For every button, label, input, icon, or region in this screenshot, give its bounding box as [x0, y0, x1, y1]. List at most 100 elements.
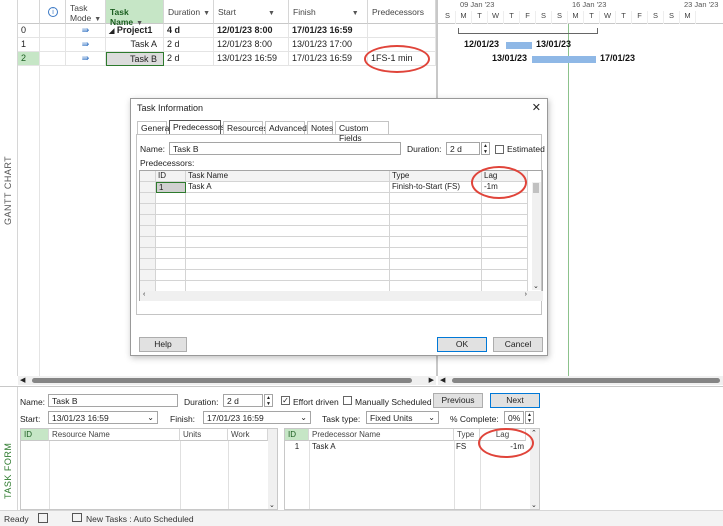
task-name-cell-selected[interactable]: Task B — [106, 52, 164, 66]
tab-resources[interactable]: Resources — [223, 121, 268, 134]
empty-cell[interactable] — [482, 270, 528, 281]
empty-cell[interactable] — [390, 248, 482, 259]
macro-record-icon[interactable] — [38, 513, 48, 523]
finish-cell[interactable]: 13/01/23 17:00 — [289, 38, 368, 52]
dialog-grid-vertical-scrollbar[interactable]: ⌄ — [532, 182, 541, 290]
task-name-header[interactable]: Task Name ▼ — [106, 0, 164, 27]
duration-spinner[interactable]: ▲ ▼ — [481, 142, 490, 155]
ok-button[interactable]: OK — [437, 337, 487, 352]
empty-cell[interactable] — [156, 193, 186, 204]
task-a-bar[interactable] — [506, 42, 532, 49]
start-cell[interactable]: 12/01/23 8:00 — [214, 38, 289, 52]
task-name-cell[interactable]: Task A — [106, 38, 164, 52]
help-button[interactable]: Help — [139, 337, 187, 352]
scroll-left-icon[interactable]: ◀ — [440, 376, 445, 384]
empty-cell[interactable] — [482, 226, 528, 237]
duration-cell[interactable]: 4 d — [164, 24, 214, 38]
empty-cell[interactable] — [156, 215, 186, 226]
finish-cell[interactable]: 17/01/23 16:59 — [289, 24, 368, 38]
chevron-down-icon[interactable]: ⌄ — [531, 501, 537, 509]
start-cell[interactable]: 12/01/23 8:00 — [214, 24, 289, 38]
chevron-down-icon[interactable]: ⌄ — [533, 282, 539, 290]
finish-header[interactable]: Finish ▼ — [289, 0, 368, 24]
scroll-right-icon[interactable]: ▶ — [429, 376, 434, 384]
chevron-down-icon[interactable]: ⌄ — [300, 413, 307, 422]
scroll-left-icon[interactable]: ◀ — [20, 376, 25, 384]
pred-name-cell[interactable]: Task A — [312, 442, 452, 451]
empty-cell[interactable] — [140, 248, 156, 259]
empty-cell[interactable] — [186, 204, 390, 215]
manually-scheduled-checkbox[interactable] — [343, 396, 352, 405]
pred-id-cell[interactable]: 1 — [285, 442, 309, 451]
empty-cell[interactable] — [186, 193, 390, 204]
empty-cell[interactable] — [140, 226, 156, 237]
resources-vertical-scrollbar[interactable]: ⌄ — [268, 429, 277, 509]
name-field[interactable]: Task B — [48, 394, 178, 407]
task-information-dialog[interactable]: Task Information ✕ General Predecessors Re… — [130, 98, 548, 356]
percent-complete-spinner[interactable]: ▲ ▼ — [525, 411, 534, 424]
empty-cell[interactable] — [390, 259, 482, 270]
task-type-select[interactable]: Fixed Units ⌄ — [366, 411, 439, 424]
empty-cell[interactable] — [186, 226, 390, 237]
task-b-bar[interactable] — [532, 56, 596, 63]
scrollbar-thumb[interactable] — [533, 183, 539, 193]
scroll-right-icon[interactable]: › — [525, 291, 527, 298]
empty-cell[interactable] — [140, 270, 156, 281]
duration-spinner[interactable]: ▲ ▼ — [264, 394, 273, 407]
duration-header[interactable]: Duration ▼ — [164, 0, 214, 24]
grid-horizontal-scrollbar[interactable]: ◀ ▶ — [18, 376, 436, 385]
duration-cell[interactable]: 2 d — [164, 38, 214, 52]
duration-cell[interactable]: 2 d — [164, 52, 214, 66]
dialog-grid-horizontal-scrollbar[interactable]: ‹ › — [140, 291, 543, 301]
empty-cell[interactable] — [156, 270, 186, 281]
empty-cell[interactable] — [156, 237, 186, 248]
empty-cell[interactable] — [156, 226, 186, 237]
chevron-down-icon[interactable]: ⌄ — [428, 413, 435, 422]
task-form[interactable]: TASK FORM Name: Task B Duration: 2 d ▲ ▼ … — [0, 386, 723, 511]
task-name-cell[interactable]: ◢ Project1 — [106, 24, 164, 38]
estimated-checkbox[interactable] — [495, 145, 504, 154]
next-button[interactable]: Next — [490, 393, 540, 408]
empty-cell[interactable] — [140, 204, 156, 215]
start-field[interactable]: 13/01/23 16:59 ⌄ — [48, 411, 158, 424]
previous-button[interactable]: Previous — [433, 393, 483, 408]
tab-notes[interactable]: Notes — [307, 121, 333, 134]
scroll-left-icon[interactable]: ‹ — [143, 291, 145, 298]
chevron-down-icon[interactable]: ⌄ — [269, 501, 275, 509]
empty-cell[interactable] — [140, 259, 156, 270]
empty-cell[interactable] — [186, 270, 390, 281]
task-mode-icon[interactable] — [72, 513, 82, 522]
empty-cell[interactable] — [482, 215, 528, 226]
empty-cell[interactable] — [140, 193, 156, 204]
start-header[interactable]: Start ▼ — [214, 0, 289, 24]
new-tasks-mode[interactable]: New Tasks : Auto Scheduled — [86, 514, 194, 524]
empty-cell[interactable] — [186, 215, 390, 226]
timeline-horizontal-scrollbar[interactable]: ◀ — [438, 376, 723, 385]
empty-cell[interactable] — [156, 248, 186, 259]
task-mode-header[interactable]: Task Mode ▼ — [66, 0, 106, 24]
duration-field[interactable]: 2 d — [223, 394, 263, 407]
scrollbar-thumb[interactable] — [32, 378, 412, 383]
predecessors-header[interactable]: Predecessors — [368, 0, 436, 24]
pred-name-cell[interactable]: Task A — [186, 182, 390, 193]
pred-type-cell[interactable]: Finish-to-Start (FS) — [390, 182, 482, 193]
empty-cell[interactable] — [390, 270, 482, 281]
empty-cell[interactable] — [482, 204, 528, 215]
chevron-up-icon[interactable]: ⌃ — [531, 429, 537, 437]
cancel-button[interactable]: Cancel — [493, 337, 543, 352]
indicators-header[interactable]: i — [40, 0, 66, 24]
empty-cell[interactable] — [482, 259, 528, 270]
finish-cell[interactable]: 17/01/23 16:59 — [289, 52, 368, 66]
empty-cell[interactable] — [390, 226, 482, 237]
percent-complete-field[interactable]: 0% — [504, 411, 524, 424]
empty-cell[interactable] — [390, 193, 482, 204]
resources-grid[interactable]: ID Resource Name Units Work ⌄ — [20, 428, 278, 510]
duration-field[interactable]: 2 d — [446, 142, 480, 155]
collapse-triangle-icon[interactable]: ◢ — [109, 28, 114, 35]
empty-cell[interactable] — [186, 259, 390, 270]
pred-id-cell[interactable]: 1 — [156, 182, 186, 193]
start-cell[interactable]: 13/01/23 16:59 — [214, 52, 289, 66]
summary-bar[interactable] — [458, 28, 598, 34]
tab-general[interactable]: General — [137, 121, 171, 134]
empty-cell[interactable] — [140, 215, 156, 226]
